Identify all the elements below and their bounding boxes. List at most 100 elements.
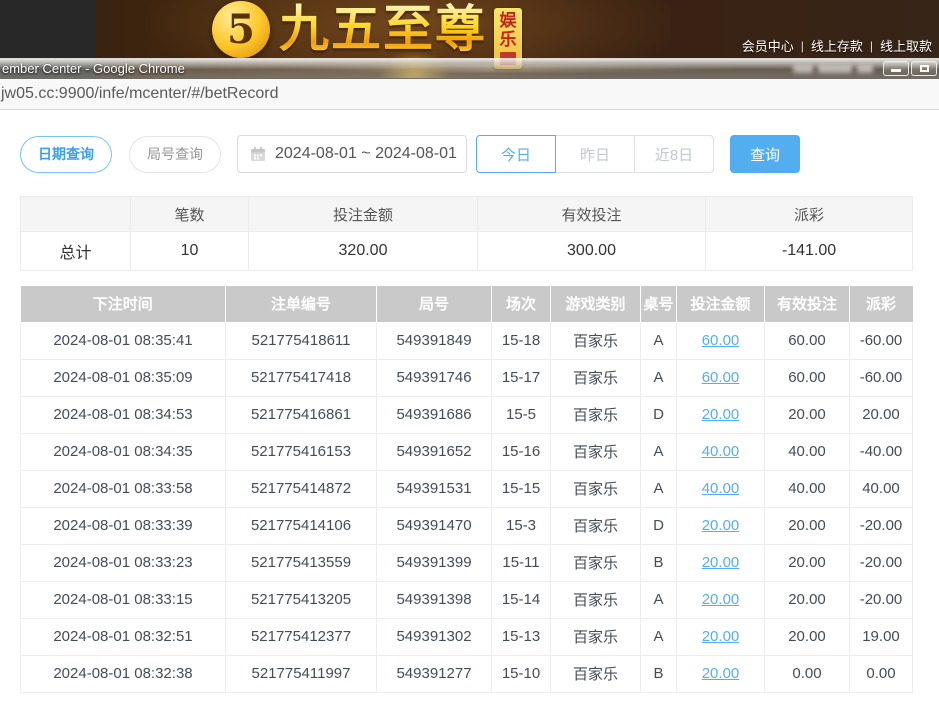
order-no-cell: 521775411997: [226, 655, 377, 692]
summary-count-value: 10: [131, 232, 249, 271]
bet-amount-link[interactable]: 20.00: [702, 628, 740, 645]
game-type-cell: 百家乐: [551, 396, 641, 433]
nav-online-withdraw[interactable]: 线上取款: [880, 36, 932, 55]
quick-last8days-button[interactable]: 近8日: [634, 135, 714, 173]
col-payout: 派彩: [850, 286, 913, 322]
valid-bet-cell: 0.00: [765, 655, 850, 692]
valid-bet-cell: 40.00: [765, 433, 850, 470]
bet-time-cell: 2024-08-01 08:33:39: [21, 507, 226, 544]
tab-round-query[interactable]: 局号查询: [129, 136, 221, 173]
col-valid-bet: 有效投注: [765, 286, 850, 322]
valid-bet-cell: 20.00: [765, 618, 850, 655]
table-row: 2024-08-01 08:34:35521775416153549391652…: [21, 433, 913, 470]
round-no-cell: 549391302: [377, 618, 492, 655]
table-row: 2024-08-01 08:33:58521775414872549391531…: [21, 470, 913, 507]
table-row: 2024-08-01 08:33:15521775413205549391398…: [21, 581, 913, 618]
bet-amount-link[interactable]: 20.00: [702, 406, 740, 423]
session-cell: 15-3: [492, 507, 551, 544]
bet-amount-cell: 40.00: [677, 470, 765, 507]
game-type-cell: 百家乐: [551, 507, 641, 544]
valid-bet-cell: 40.00: [765, 470, 850, 507]
col-round-no: 局号: [377, 286, 492, 322]
bet-time-cell: 2024-08-01 08:32:38: [21, 655, 226, 692]
browser-address-bar[interactable]: jw05.cc:9900/infe/mcenter/#/betRecord: [0, 79, 939, 110]
summary-header-bet-amount: 投注金额: [249, 197, 478, 232]
valid-bet-cell: 60.00: [765, 322, 850, 359]
bet-amount-link[interactable]: 60.00: [702, 369, 740, 386]
table-row: 2024-08-01 08:33:23521775413559549391399…: [21, 544, 913, 581]
bet-amount-link[interactable]: 40.00: [702, 443, 740, 460]
order-no-cell: 521775413205: [226, 581, 377, 618]
col-bet-time: 下注时间: [21, 286, 226, 322]
browser-titlebar: ember Center - Google Chrome: [0, 58, 939, 79]
table-row: 2024-08-01 08:32:38521775411997549391277…: [21, 655, 913, 692]
nav-separator: |: [801, 39, 804, 53]
session-cell: 15-11: [492, 544, 551, 581]
order-no-cell: 521775416861: [226, 396, 377, 433]
table-no-cell: D: [641, 507, 677, 544]
bet-amount-link[interactable]: 20.00: [702, 554, 740, 571]
summary-header-row: 笔数 投注金额 有效投注 派彩: [21, 197, 913, 232]
bet-table-body: 2024-08-01 08:35:41521775418611549391849…: [21, 322, 913, 692]
table-no-cell: A: [641, 359, 677, 396]
badge-char-top: 娱: [500, 11, 517, 30]
col-bet-amount: 投注金额: [677, 286, 765, 322]
round-no-cell: 549391399: [377, 544, 492, 581]
quick-yesterday-button[interactable]: 昨日: [555, 135, 635, 173]
payout-cell: -60.00: [850, 322, 913, 359]
session-cell: 15-17: [492, 359, 551, 396]
bet-time-cell: 2024-08-01 08:35:41: [21, 322, 226, 359]
summary-valid-bet-value: 300.00: [478, 232, 706, 271]
round-no-cell: 549391652: [377, 433, 492, 470]
nav-member-center[interactable]: 会员中心: [742, 36, 794, 55]
bet-amount-link[interactable]: 60.00: [702, 332, 740, 349]
bet-time-cell: 2024-08-01 08:33:58: [21, 470, 226, 507]
bet-amount-link[interactable]: 40.00: [702, 480, 740, 497]
summary-header-count: 笔数: [131, 197, 249, 232]
game-type-cell: 百家乐: [551, 359, 641, 396]
round-no-cell: 549391746: [377, 359, 492, 396]
tab-date-query[interactable]: 日期查询: [20, 136, 112, 173]
bet-amount-cell: 60.00: [677, 359, 765, 396]
payout-cell: -20.00: [850, 544, 913, 581]
summary-header-payout: 派彩: [706, 197, 913, 232]
bet-time-cell: 2024-08-01 08:32:51: [21, 618, 226, 655]
valid-bet-cell: 20.00: [765, 581, 850, 618]
game-type-cell: 百家乐: [551, 655, 641, 692]
session-cell: 15-16: [492, 433, 551, 470]
date-range-input[interactable]: 2024-08-01 ~ 2024-08-01: [237, 135, 467, 173]
session-cell: 15-13: [492, 618, 551, 655]
order-no-cell: 521775413559: [226, 544, 377, 581]
bet-time-cell: 2024-08-01 08:34:53: [21, 396, 226, 433]
summary-bet-amount-value: 320.00: [249, 232, 478, 271]
round-no-cell: 549391686: [377, 396, 492, 433]
order-no-cell: 521775418611: [226, 322, 377, 359]
bet-amount-cell: 60.00: [677, 322, 765, 359]
round-no-cell: 549391398: [377, 581, 492, 618]
minimize-icon: [891, 69, 901, 72]
summary-total-row: 总计 10 320.00 300.00 -141.00: [21, 232, 913, 271]
bet-amount-link[interactable]: 20.00: [702, 517, 740, 534]
bet-amount-link[interactable]: 20.00: [702, 665, 740, 682]
bet-record-table: 下注时间 注单编号 局号 场次 游戏类别 桌号 投注金额 有效投注 派彩 202…: [20, 286, 913, 693]
nav-online-deposit[interactable]: 线上存款: [811, 36, 863, 55]
order-no-cell: 521775416153: [226, 433, 377, 470]
bet-time-cell: 2024-08-01 08:33:23: [21, 544, 226, 581]
payout-cell: 19.00: [850, 618, 913, 655]
search-button[interactable]: 查询: [730, 135, 800, 173]
table-no-cell: A: [641, 322, 677, 359]
session-cell: 15-14: [492, 581, 551, 618]
url-text: jw05.cc:9900/infe/mcenter/#/betRecord: [1, 85, 278, 103]
game-type-cell: 百家乐: [551, 322, 641, 359]
bet-amount-cell: 20.00: [677, 618, 765, 655]
bet-amount-link[interactable]: 20.00: [702, 591, 740, 608]
quick-today-button[interactable]: 今日: [476, 135, 556, 173]
window-title: ember Center - Google Chrome: [2, 61, 185, 76]
game-type-cell: 百家乐: [551, 470, 641, 507]
col-table-no: 桌号: [641, 286, 677, 322]
maximize-button[interactable]: [911, 61, 937, 76]
minimize-button[interactable]: [883, 61, 909, 76]
table-no-cell: A: [641, 618, 677, 655]
valid-bet-cell: 20.00: [765, 507, 850, 544]
game-type-cell: 百家乐: [551, 618, 641, 655]
